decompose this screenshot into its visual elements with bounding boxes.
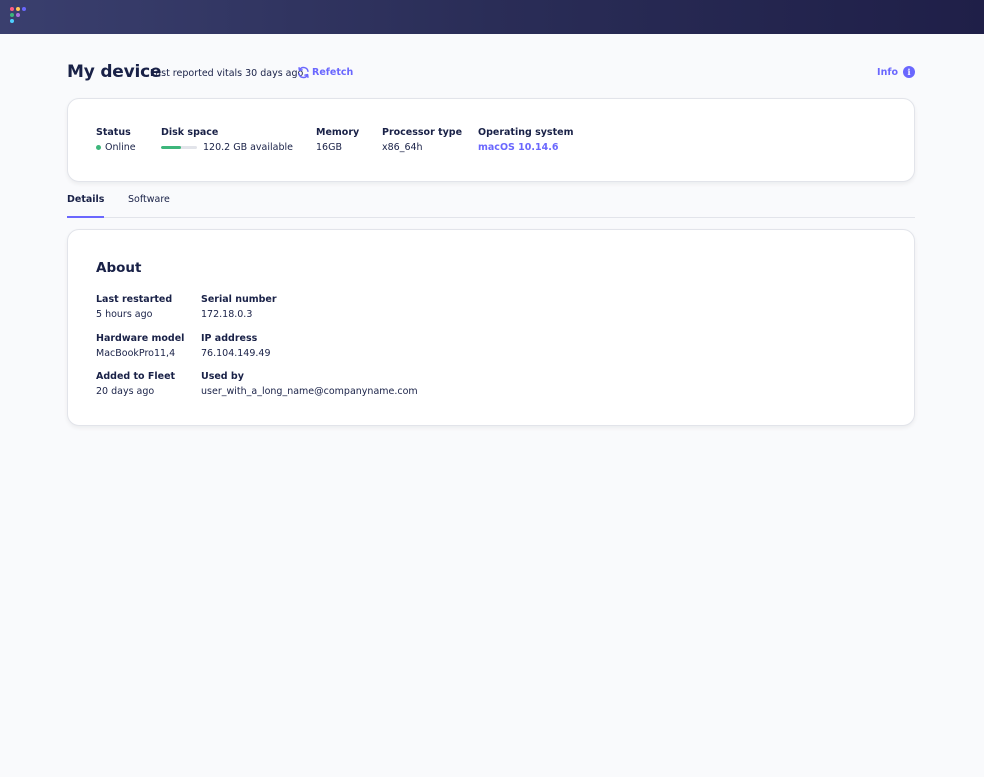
about-card: About Last restarted 5 hours ago Hardwar…: [67, 229, 915, 426]
disk-usage-bar: [161, 146, 197, 149]
memory-label: Memory: [316, 127, 360, 138]
ip-address-label: IP address: [201, 333, 258, 344]
online-status-dot-icon: [96, 145, 101, 150]
last-restarted-field: Last restarted 5 hours ago: [96, 294, 172, 320]
memory-value: 16GB: [316, 142, 342, 153]
processor-value: x86_64h: [382, 142, 423, 153]
refresh-icon: [298, 66, 309, 79]
page-header: My device Last reported vitals 30 days a…: [67, 62, 915, 86]
added-to-fleet-label: Added to Fleet: [96, 371, 176, 382]
disk-space-value-row: 120.2 GB available: [161, 142, 293, 153]
status-label: Status: [96, 127, 131, 138]
status-value-row: Online: [96, 142, 136, 153]
os-label: Operating system: [478, 127, 574, 138]
info-button[interactable]: Info i: [877, 66, 915, 78]
os-link[interactable]: macOS 10.14.6: [478, 142, 573, 153]
memory-vital: Memory 16GB: [316, 127, 359, 153]
used-by-label: Used by: [201, 371, 244, 382]
serial-number-label: Serial number: [201, 294, 277, 305]
hardware-model-value: MacBookPro11,4: [96, 348, 176, 359]
about-title: About: [96, 260, 142, 276]
refetch-button[interactable]: Refetch: [297, 66, 353, 79]
page-title: My device: [67, 62, 162, 82]
ip-address-value: 76.104.149.49: [201, 348, 271, 359]
hardware-model-label: Hardware model: [96, 333, 185, 344]
status-vital: Status Online: [96, 127, 136, 153]
added-to-fleet-value: 20 days ago: [96, 386, 155, 397]
used-by-value: user_with_a_long_name@companyname.com: [201, 386, 418, 397]
logo-dot: [10, 19, 14, 23]
logo-dot: [10, 7, 14, 11]
refetch-label: Refetch: [312, 67, 354, 78]
logo-dot: [16, 7, 20, 11]
device-vitals-card: Status Online Disk space 120.2 GB availa…: [67, 98, 915, 182]
tab-bar: Details Software: [67, 190, 915, 218]
disk-space-vital: Disk space 120.2 GB available: [161, 127, 293, 153]
os-vital: Operating system macOS 10.14.6: [478, 127, 573, 153]
last-restarted-label: Last restarted: [96, 294, 173, 305]
disk-usage-fill: [161, 146, 181, 149]
ip-address-field: IP address 76.104.149.49: [201, 333, 271, 359]
top-nav-bar: [0, 0, 984, 34]
disk-space-label: Disk space: [161, 127, 219, 138]
serial-number-field: Serial number 172.18.0.3: [201, 294, 277, 320]
tab-details[interactable]: Details: [67, 194, 105, 218]
logo-dot: [10, 13, 14, 17]
last-reported-text: Last reported vitals 30 days ago: [150, 68, 304, 79]
disk-space-value: 120.2 GB available: [203, 142, 293, 153]
info-label: Info: [877, 66, 898, 78]
logo-dot: [16, 13, 20, 17]
hardware-model-field: Hardware model MacBookPro11,4: [96, 333, 184, 359]
used-by-field: Used by user_with_a_long_name@companynam…: [201, 371, 418, 397]
tab-software[interactable]: Software: [128, 194, 170, 218]
added-to-fleet-field: Added to Fleet 20 days ago: [96, 371, 175, 397]
processor-label: Processor type: [382, 127, 463, 138]
last-restarted-value: 5 hours ago: [96, 309, 153, 320]
processor-vital: Processor type x86_64h: [382, 127, 462, 153]
fleet-logo-icon[interactable]: [10, 7, 28, 25]
info-icon: i: [903, 66, 915, 78]
serial-number-value: 172.18.0.3: [201, 309, 253, 320]
status-value: Online: [105, 142, 136, 153]
logo-dot: [22, 7, 26, 11]
